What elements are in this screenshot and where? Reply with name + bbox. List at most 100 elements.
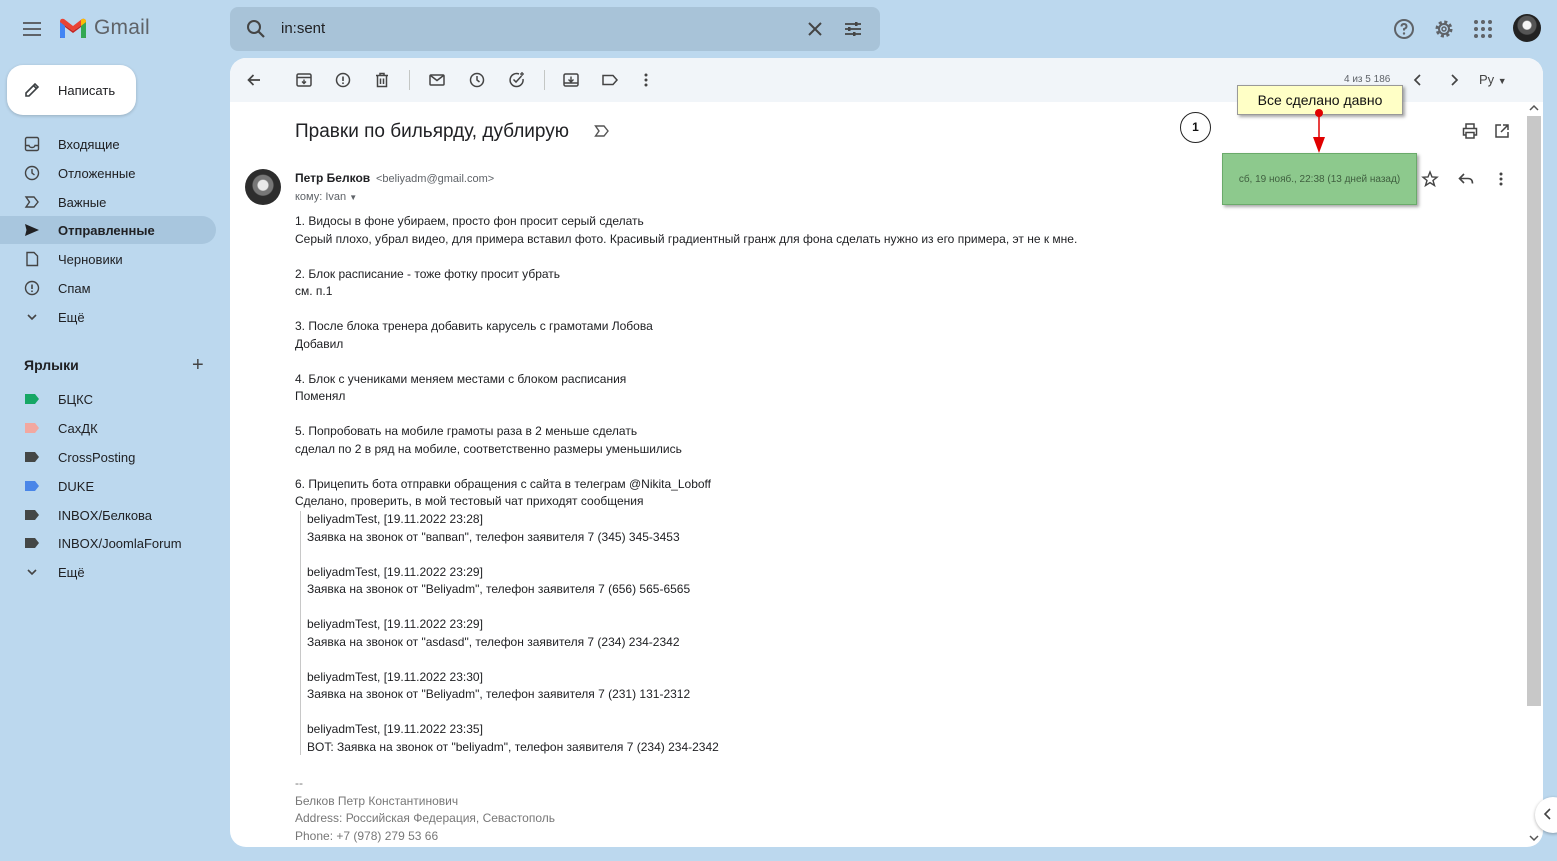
- move-to-icon[interactable]: [562, 71, 580, 89]
- apps-grid-icon[interactable]: [1471, 17, 1495, 41]
- add-label-icon[interactable]: +: [192, 355, 204, 375]
- recipient-details[interactable]: кому: Ivan ▼: [295, 191, 357, 203]
- quote-line: [307, 704, 719, 722]
- sidebar-item-important[interactable]: Важные: [0, 188, 216, 216]
- body-line: сделал по 2 в ряд на мобиле, соответстве…: [295, 441, 682, 456]
- top-bar: Gmail in:sent: [0, 0, 1557, 58]
- search-icon[interactable]: [246, 19, 266, 39]
- label-tag-icon: [24, 478, 40, 494]
- scroll-up-icon[interactable]: [1528, 102, 1540, 114]
- sidebar-item-spam[interactable]: Спам: [0, 274, 216, 302]
- labels-heading: Ярлыки: [24, 357, 79, 373]
- archive-icon[interactable]: [295, 71, 313, 89]
- pagination-count: 4 из 5 186: [1344, 74, 1391, 85]
- body-line: [295, 406, 1295, 424]
- search-input[interactable]: in:sent: [281, 20, 325, 37]
- quote-line: Заявка на звонок от "Beliyadm", телефон …: [307, 582, 691, 596]
- signature-line: Address: Российская Федерация, Севастопо…: [295, 811, 556, 825]
- scrollbar-thumb[interactable]: [1527, 116, 1541, 706]
- label-item-bcks[interactable]: БЦКС: [0, 385, 216, 413]
- label-tag-icon: [24, 535, 40, 551]
- body-line: см. п.1: [295, 284, 333, 298]
- settings-gear-icon[interactable]: [1432, 17, 1456, 41]
- quote-line: Заявка на звонок от "asdasd", телефон за…: [307, 634, 680, 649]
- email-signature: -- Белков Петр Константинович Address: Р…: [295, 775, 555, 845]
- label-item-duke[interactable]: DUKE: [0, 472, 216, 500]
- sidebar-item-drafts[interactable]: Черновики: [0, 245, 216, 273]
- reply-icon[interactable]: [1457, 170, 1475, 188]
- input-language-selector[interactable]: Ру ▼: [1479, 72, 1507, 87]
- label-item-crossposting[interactable]: CrossPosting: [0, 443, 216, 471]
- delete-trash-icon[interactable]: [373, 71, 391, 89]
- quote-line: beliyadmTest, [19.11.2022 23:29]: [307, 617, 483, 631]
- label-item-sahdk[interactable]: СахДК: [0, 414, 216, 442]
- label-item-inbox-joomlaforum[interactable]: INBOX/JoomlaForum: [0, 529, 216, 557]
- clear-search-icon[interactable]: [805, 19, 825, 39]
- labels-more-label: Ещё: [58, 564, 85, 580]
- body-line: 3. После блока тренера добавить карусель…: [295, 319, 653, 333]
- inbox-icon: [24, 136, 40, 152]
- signature-line: --: [295, 776, 303, 790]
- body-line: Поменял: [295, 389, 346, 403]
- sender-name[interactable]: Петр Белков: [295, 171, 370, 185]
- labels-more[interactable]: Ещё: [0, 558, 216, 586]
- label-tag-icon: [24, 391, 40, 407]
- body-line: 2. Блок расписание - тоже фотку просит у…: [295, 266, 561, 281]
- quote-line: [307, 651, 719, 669]
- sidebar-item-label: Ещё: [58, 309, 85, 325]
- previous-icon[interactable]: [1409, 71, 1427, 89]
- label-name: INBOX/JoomlaForum: [58, 535, 182, 551]
- main-menu-icon[interactable]: [18, 15, 46, 43]
- body-line: [295, 458, 1295, 476]
- add-task-icon[interactable]: [508, 71, 526, 89]
- sidebar-item-sent[interactable]: Отправленные: [0, 216, 216, 244]
- sidebar-item-label: Отложенные: [58, 165, 136, 181]
- gmail-logo[interactable]: Gmail: [58, 16, 150, 40]
- label-name: DUKE: [58, 478, 95, 494]
- print-icon[interactable]: [1461, 122, 1479, 140]
- label-name: INBOX/Белкова: [58, 507, 153, 523]
- label-tag-icon: [24, 507, 40, 523]
- message-subject: Правки по бильярду, дублирую: [295, 121, 569, 142]
- important-marker-icon[interactable]: [594, 124, 610, 138]
- toolbar-divider: [544, 70, 545, 90]
- label-icon[interactable]: [601, 71, 619, 89]
- signature-line: Phone: +7 (978) 279 53 66: [295, 828, 439, 843]
- sender-avatar[interactable]: [245, 169, 281, 205]
- body-line: Серый плохо, убрал видео, для примера вс…: [295, 231, 1078, 246]
- label-item-inbox-belkova[interactable]: INBOX/Белкова: [0, 501, 216, 529]
- body-line: Сделано, проверить, в мой тестовый чат п…: [295, 494, 644, 508]
- star-icon[interactable]: [1421, 170, 1439, 188]
- caret-down-icon: ▼: [349, 193, 358, 202]
- compose-button[interactable]: Написать: [7, 65, 136, 115]
- caret-down-icon: ▼: [1497, 76, 1507, 86]
- search-bar[interactable]: in:sent: [230, 7, 880, 51]
- sidebar-item-more[interactable]: Ещё: [0, 303, 216, 331]
- scroll-down-icon[interactable]: [1528, 832, 1540, 844]
- help-icon[interactable]: [1392, 17, 1416, 41]
- sidebar-item-inbox[interactable]: Входящие: [0, 130, 216, 158]
- body-line: 6. Прицепить бота отправки обращения с с…: [295, 476, 711, 491]
- body-line: [295, 301, 1295, 319]
- next-icon[interactable]: [1445, 71, 1463, 89]
- app-name: Gmail: [94, 16, 150, 39]
- body-line: 4. Блок с учениками меняем местами с бло…: [295, 371, 627, 386]
- sidebar-item-snoozed[interactable]: Отложенные: [0, 159, 216, 187]
- search-options-icon[interactable]: [843, 19, 863, 39]
- back-arrow-icon[interactable]: [245, 71, 263, 89]
- message-more-icon[interactable]: [1492, 170, 1510, 188]
- important-icon: [24, 194, 40, 210]
- more-vertical-icon[interactable]: [637, 71, 655, 89]
- sidebar-item-label: Черновики: [58, 251, 123, 267]
- message-body: 1. Видосы в фоне убираем, просто фон про…: [295, 213, 1295, 511]
- open-in-new-window-icon[interactable]: [1493, 122, 1511, 140]
- account-avatar[interactable]: [1513, 14, 1541, 42]
- snooze-clock-icon[interactable]: [468, 71, 486, 89]
- mark-unread-icon[interactable]: [428, 71, 446, 89]
- chevron-left-icon: [1543, 808, 1551, 820]
- report-spam-icon[interactable]: [334, 71, 352, 89]
- body-line: Добавил: [295, 336, 344, 351]
- pencil-icon: [25, 82, 40, 97]
- message-panel: 4 из 5 186 Ру ▼ Правки по бильярду, дубл…: [230, 58, 1543, 847]
- gmail-m-icon: [60, 18, 86, 38]
